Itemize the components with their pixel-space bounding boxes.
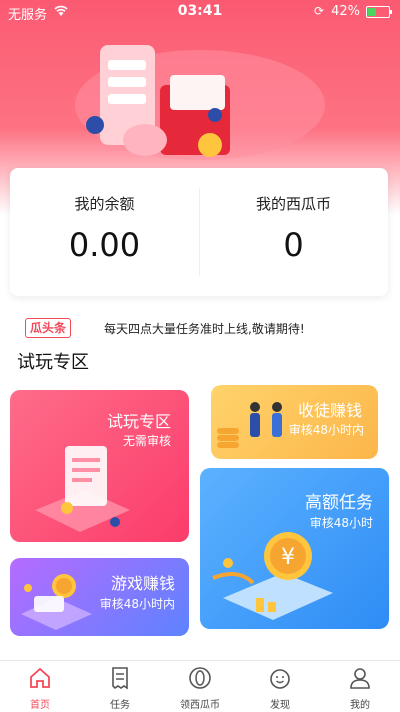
status-bar: 无服务 03:41 ⟳ 42% [0,0,400,24]
coin-phone-illustration-icon: ¥ [212,532,333,620]
tab-label: 首页 [30,700,50,711]
tile-title: 收徒赚钱 [297,401,362,420]
tab-discover[interactable]: 发现 [240,661,320,712]
battery-icon [366,6,392,18]
tab-label: 我的 [350,700,370,711]
tab-coins[interactable]: 领西瓜币 [160,661,240,712]
balance-value: 0.00 [68,226,141,264]
news-ticker[interactable]: 瓜头条 每天四点大量任务准时上线,敬请期待! [25,318,385,340]
melon-seed-icon [189,667,211,689]
news-text: 每天四点大量任务准时上线,敬请期待! [104,322,305,336]
game-illustration-icon [21,574,92,630]
tile-title: 试玩专区 [106,412,171,431]
tab-label: 发现 [270,700,290,711]
user-icon [350,668,370,689]
tile-title: 高额任务 [305,493,373,513]
tile-subtitle: 审核48小时内 [99,597,175,611]
rotation-lock-icon: ⟳ [313,4,324,18]
handshake-illustration-icon [217,402,282,448]
svg-text:¥: ¥ [281,545,295,570]
coins-value: 0 [283,226,304,264]
tab-label: 任务 [110,700,130,711]
hero-illustration [75,45,325,160]
balance-card: 我的余额 0.00 我的西瓜币 0 [10,168,388,296]
tab-me[interactable]: 我的 [320,661,400,712]
game-earn-tile[interactable]: 游戏赚钱 审核48小时内 [10,558,189,636]
receipt-icon [112,667,128,690]
smile-face-icon [270,669,290,689]
battery-percent: 42% [331,4,360,19]
balance-column[interactable]: 我的余额 0.00 [10,168,199,296]
tile-title: 游戏赚钱 [110,574,175,593]
tile-subtitle: 审核48小时内 [288,423,364,437]
recruit-tile[interactable]: 收徒赚钱 审核48小时内 [211,385,378,459]
coins-column[interactable]: 我的西瓜币 0 [199,168,388,296]
balance-label: 我的余额 [74,195,135,213]
trial-zone-tile[interactable]: 试玩专区 无需审核 [10,390,189,542]
coins-label: 我的西瓜币 [255,195,331,213]
high-reward-tile[interactable]: 高额任务 审核48小时 ¥ [200,468,389,629]
tab-label: 领西瓜币 [180,700,220,711]
trial-illustration-icon [35,446,130,532]
tab-home[interactable]: 首页 [0,661,80,712]
tab-tasks[interactable]: 任务 [80,661,160,712]
section-title: 试玩专区 [17,352,89,373]
home-icon [30,667,50,688]
news-badge: 瓜头条 [25,318,72,338]
tab-bar: 首页 任务 领西瓜币 发现 我的 [0,660,400,712]
